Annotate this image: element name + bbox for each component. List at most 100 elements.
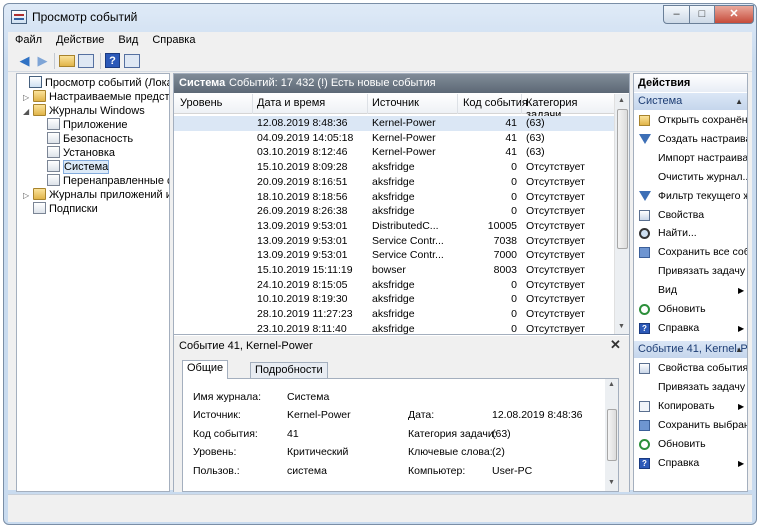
scroll-up-icon[interactable]: ▲ xyxy=(618,97,625,104)
close-button[interactable]: ✕ xyxy=(714,5,754,24)
column-level[interactable]: Уровень xyxy=(180,97,222,109)
actions-section-event[interactable]: Событие 41, Kernel-Power▲ xyxy=(634,341,747,358)
action-item[interactable]: Обновить xyxy=(634,300,747,319)
row-task-category: Отсутствует xyxy=(526,308,585,321)
table-row[interactable]: !Ошибка24.10.2019 8:15:05aksfridge0Отсут… xyxy=(174,278,614,293)
arrow-left-icon[interactable]: ◀ xyxy=(16,53,33,69)
tab-details[interactable]: Подробности xyxy=(250,362,328,378)
expand-icon[interactable]: ▷ xyxy=(23,91,33,105)
action-item[interactable]: Свойства события xyxy=(634,359,747,378)
tree-item-security[interactable]: Безопасность xyxy=(37,132,133,146)
tree-item-app-services-logs[interactable]: ▷Журналы приложений и служб xyxy=(23,188,169,203)
table-row[interactable]: !Ошибка20.09.2019 8:16:51aksfridge0Отсут… xyxy=(174,175,614,190)
tree-item-forwarded[interactable]: Перенаправленные события xyxy=(37,174,169,188)
scroll-down-icon[interactable]: ▼ xyxy=(608,479,615,486)
minimize-button[interactable]: – xyxy=(663,5,690,24)
event-id-label: Код события: xyxy=(193,428,258,440)
tree-item-custom-views[interactable]: ▷Настраиваемые представления xyxy=(23,90,169,105)
keywords-label: Ключевые слова: xyxy=(408,446,493,458)
table-row[interactable]: !Ошибка13.09.2019 9:53:01Service Contr..… xyxy=(174,234,614,249)
table-row[interactable]: !Ошибка13.09.2019 9:53:01DistributedC...… xyxy=(174,219,614,234)
table-row[interactable]: !Ошибка18.10.2019 8:18:56aksfridge0Отсут… xyxy=(174,190,614,205)
scrollbar-thumb[interactable] xyxy=(617,109,628,249)
row-source: aksfridge xyxy=(372,322,415,335)
column-date[interactable]: Дата и время xyxy=(257,97,325,109)
menu-view[interactable]: Вид xyxy=(111,32,145,48)
action-item[interactable]: Фильтр текущего журнала... xyxy=(634,187,747,206)
collapse-icon[interactable]: ▲ xyxy=(735,341,743,358)
row-task-category: Отсутствует xyxy=(526,278,585,291)
events-scrollbar[interactable]: ▲ ▼ xyxy=(614,94,629,334)
scrollbar-thumb[interactable] xyxy=(607,409,617,461)
log-header: Система Событий: 17 432 (!) Есть новые с… xyxy=(174,74,629,93)
folder-icon xyxy=(33,90,46,102)
row-date: 10.10.2019 8:19:30 xyxy=(257,293,348,306)
expand-icon[interactable]: ▷ xyxy=(23,189,33,203)
action-item[interactable]: Очистить журнал... xyxy=(634,168,747,187)
table-row[interactable]: !Ошибка26.09.2019 8:26:38aksfridge0Отсут… xyxy=(174,204,614,219)
tree-item-windows-logs[interactable]: ◢ Журналы Windows xyxy=(23,104,145,118)
action-item[interactable]: Привязать задачу к журналу... xyxy=(634,262,747,281)
collapse-icon[interactable]: ◢ xyxy=(23,105,33,119)
action-item[interactable]: Импорт настраиваемого представления... xyxy=(634,149,747,168)
action-item[interactable]: Открыть сохранённый журнал... xyxy=(634,111,747,130)
scroll-down-icon[interactable]: ▼ xyxy=(618,323,625,330)
tree-item-system[interactable]: Система xyxy=(37,160,110,174)
actions-pane: Действия Система▲ Открыть сохранённый жу… xyxy=(633,73,748,492)
folder-up-icon[interactable] xyxy=(59,55,75,67)
detail-scrollbar[interactable]: ▲ ▼ xyxy=(605,379,618,491)
menu-help[interactable]: Справка xyxy=(145,32,202,48)
row-task-category: Отсутствует xyxy=(526,175,585,188)
row-source: aksfridge xyxy=(372,278,415,291)
journal-label: Имя журнала: xyxy=(193,391,262,403)
collapse-icon[interactable]: ▲ xyxy=(735,93,743,110)
table-row[interactable]: !Ошибка15.10.2019 15:11:19bowser8003Отсу… xyxy=(174,263,614,278)
menu-action[interactable]: Действие xyxy=(49,32,111,48)
action-item[interactable]: Свойства xyxy=(634,206,747,225)
table-row[interactable]: !Ошибка15.10.2019 8:09:28aksfridge0Отсут… xyxy=(174,160,614,175)
tree-item-root[interactable]: Просмотр событий (Локальный) xyxy=(19,76,169,90)
row-task-category: (63) xyxy=(526,146,545,159)
console-tree-icon[interactable] xyxy=(78,54,94,68)
title-bar[interactable]: Просмотр событий – □ ✕ xyxy=(4,4,756,30)
table-row[interactable]: ×Критический03.10.2019 8:12:46Kernel-Pow… xyxy=(174,145,614,160)
table-row[interactable]: !Ошибка28.10.2019 11:27:23aksfridge0Отсу… xyxy=(174,307,614,322)
tree-item-application[interactable]: Приложение xyxy=(37,118,128,132)
close-icon[interactable]: ✕ xyxy=(610,337,621,353)
actions-section-system[interactable]: Система ▲ xyxy=(634,93,747,110)
table-row[interactable]: !Ошибка23.10.2019 8:11:40aksfridge0Отсут… xyxy=(174,322,614,335)
action-item[interactable]: Обновить xyxy=(634,435,747,454)
row-date: 12.08.2019 8:48:36 xyxy=(257,117,348,129)
row-event-id: 0 xyxy=(511,175,517,188)
action-item[interactable]: Привязать задачу к событию... xyxy=(634,378,747,397)
help-icon: ? xyxy=(639,457,650,469)
tree-item-setup[interactable]: Установка xyxy=(37,146,115,160)
help-icon[interactable]: ? xyxy=(105,53,120,68)
main-area: Просмотр событий (Локальный) ▷Настраивае… xyxy=(8,72,752,492)
action-item[interactable]: ? Справка ▶ xyxy=(634,319,747,338)
table-row[interactable]: !Ошибка13.09.2019 9:53:01Service Contr..… xyxy=(174,248,614,263)
action-item[interactable]: ? Справка ▶ xyxy=(634,454,747,473)
row-source: aksfridge xyxy=(372,190,415,203)
tree-item-subscriptions[interactable]: Подписки xyxy=(23,202,98,216)
column-source[interactable]: Источник xyxy=(372,97,419,109)
table-row[interactable]: ×Критический12.08.2019 8:48:36Kernel-Pow… xyxy=(174,116,614,131)
row-event-id: 0 xyxy=(511,190,517,203)
action-item[interactable]: Копировать ▶ xyxy=(634,397,747,416)
save-icon xyxy=(639,419,650,431)
date-value: 12.08.2019 8:48:36 xyxy=(492,409,583,421)
action-pane-icon[interactable] xyxy=(124,54,140,68)
tab-general[interactable]: Общие xyxy=(182,360,229,379)
action-item[interactable]: Сохранить все события как... xyxy=(634,243,747,262)
column-event-id[interactable]: Код события xyxy=(463,97,528,109)
action-item[interactable]: Создать настраиваемое представление... xyxy=(634,130,747,149)
action-item[interactable]: Вид ▶ xyxy=(634,281,747,300)
table-row[interactable]: !Ошибка10.10.2019 8:19:30aksfridge0Отсут… xyxy=(174,292,614,307)
maximize-button[interactable]: □ xyxy=(689,5,715,24)
scroll-up-icon[interactable]: ▲ xyxy=(608,381,615,388)
action-item[interactable]: Сохранить выбранные события... xyxy=(634,416,747,435)
arrow-right-icon[interactable]: ▶ xyxy=(34,53,51,69)
table-row[interactable]: ×Критический04.09.2019 14:05:18Kernel-Po… xyxy=(174,131,614,146)
menu-file[interactable]: Файл xyxy=(8,32,49,48)
action-item[interactable]: Найти... xyxy=(634,224,747,243)
